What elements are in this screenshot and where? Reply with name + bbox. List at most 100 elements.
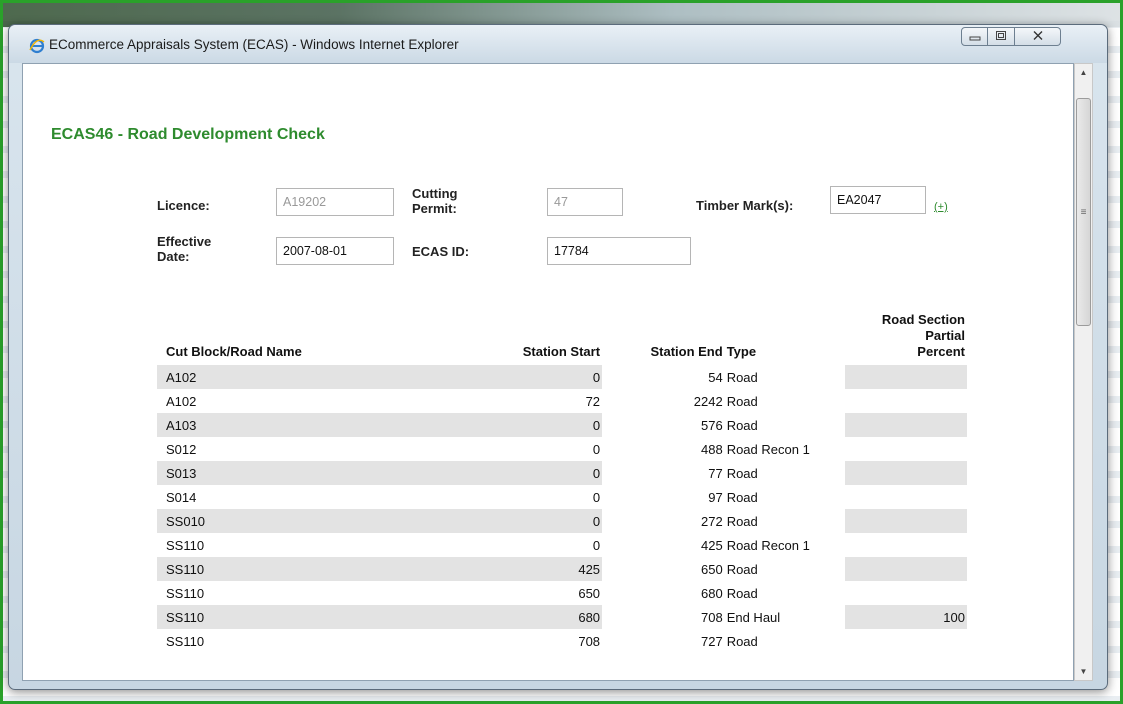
scroll-down-arrow-icon[interactable]: ▼ [1075,663,1092,680]
header-partial-line1: Road Section [881,312,965,327]
add-timber-mark-link[interactable]: (+) [934,201,948,213]
table-body: A102 0 54 Road A102 72 2242 Road A103 0 576 Road S01… [157,365,967,653]
header-station-end: Station End [650,344,723,359]
cutting-permit-field[interactable]: 47 [547,188,623,216]
header-partial-percent: Road Section Partial Percent [845,312,967,365]
cell-type: Road [726,561,758,577]
cell-partial-percent [845,365,967,389]
cell-partial-percent [845,629,967,653]
timber-mark-field[interactable]: EA2047 [830,186,926,214]
table-row: SS110 680 708 End Haul 100 [157,605,967,629]
effective-date-label: Effective Date: [157,234,211,264]
timber-mark-label: Timber Mark(s): [696,198,794,213]
header-station-start: Station Start [522,344,601,359]
cell-partial-percent [845,437,967,461]
cell-station-start: 650 [578,585,601,601]
cell-partial-percent [845,485,967,509]
cell-partial-percent [845,533,967,557]
header-partial-line3: Percent [917,344,965,359]
cell-name: SS110 [166,633,205,649]
licence-field[interactable]: A19202 [276,188,394,216]
ie-popup-window: ECommerce Appraisals System (ECAS) - Win… [8,24,1108,690]
table-row: SS110 0 425 Road Recon 1 [157,533,967,557]
cell-station-start: 0 [477,413,603,437]
minimize-icon [969,28,981,46]
cell-type: Road Recon 1 [726,441,810,457]
cell-type: Road [726,489,758,505]
cutting-permit-label: Cutting Permit: [412,186,457,216]
effective-date-label-line1: Effective [157,234,212,249]
cell-partial-percent [845,461,967,485]
cell-name: S014 [166,489,197,505]
header-type: Type [726,344,757,359]
scrollbar-thumb[interactable]: ≡ [1076,98,1091,326]
header-partial-line2: Partial [925,328,965,343]
cell-name: SS110 [157,605,478,629]
cell-station-start: 0 [477,461,603,485]
cell-station-start: 0 [477,509,603,533]
table-row: A102 0 54 Road [157,365,967,389]
cell-station-start: 0 [592,441,601,457]
table-header-row: Cut Block/Road Name Station Start Statio… [157,312,967,365]
title-bar[interactable]: ECommerce Appraisals System (ECAS) - Win… [9,25,1107,63]
cell-name: SS110 [157,557,478,581]
table-row: SS110 425 650 Road [157,557,967,581]
cell-partial-percent [845,581,967,605]
window-title: ECommerce Appraisals System (ECAS) - Win… [49,37,459,52]
table-row: A102 72 2242 Road [157,389,967,413]
cell-station-end: 727 [700,633,723,649]
cutting-permit-label-line2: Permit: [412,201,457,216]
table-row: S013 0 77 Road [157,461,967,485]
cell-station-end: 2242 [693,393,723,409]
vertical-scrollbar[interactable]: ▲ ≡ ▼ [1074,63,1093,681]
ecas-id-label: ECAS ID: [412,244,470,259]
cell-station-end: 272 [700,513,723,529]
cell-partial-percent [845,557,967,581]
effective-date-label-line2: Date: [157,249,190,264]
scroll-up-arrow-icon[interactable]: ▲ [1075,64,1092,81]
cell-station-start: 708 [578,633,601,649]
table-row: S012 0 488 Road Recon 1 [157,437,967,461]
cell-name: SS110 [166,537,205,553]
cell-partial-percent [845,509,967,533]
cell-station-end: 488 [700,441,723,457]
cell-type: Road [726,585,758,601]
page-content: ECAS46 - Road Development Check Licence:… [22,63,1074,681]
cell-station-start: 0 [592,489,601,505]
cell-name: SS110 [166,585,205,601]
cell-station-start: 680 [477,605,603,629]
cell-name: A102 [166,393,197,409]
effective-date-field[interactable]: 2007-08-01 [276,237,394,265]
road-development-table: Cut Block/Road Name Station Start Statio… [157,312,967,653]
cell-station-end: 77 [708,465,723,481]
cell-name: A102 [157,365,478,389]
table-row: SS110 650 680 Road [157,581,967,605]
cutting-permit-label-line1: Cutting [412,186,458,201]
cell-station-start: 0 [592,537,601,553]
close-icon [1032,28,1044,46]
cell-type: Road [726,465,758,481]
cell-type: Road [726,369,758,385]
ie-logo-icon [29,38,45,54]
table-row: S014 0 97 Road [157,485,967,509]
cell-partial-percent [845,413,967,437]
minimize-button[interactable] [961,27,988,46]
cell-station-start: 425 [477,557,603,581]
table-row: SS010 0 272 Road [157,509,967,533]
cell-station-start: 0 [477,365,603,389]
table-row: SS110 708 727 Road [157,629,967,653]
ecas-id-field[interactable]: 17784 [547,237,691,265]
cell-station-end: 97 [708,489,723,505]
header-name: Cut Block/Road Name [166,344,302,359]
cell-type: Road [726,393,758,409]
cell-name: SS010 [157,509,478,533]
cell-partial-percent: 100 [845,605,967,629]
cell-name: A103 [157,413,478,437]
close-button[interactable] [1015,27,1061,46]
maximize-button[interactable] [988,27,1015,46]
licence-label: Licence: [157,198,210,213]
cell-type: Road [726,633,758,649]
cell-type: End Haul [726,609,781,625]
cell-station-end: 576 [700,417,723,433]
cell-type: Road Recon 1 [726,537,810,553]
